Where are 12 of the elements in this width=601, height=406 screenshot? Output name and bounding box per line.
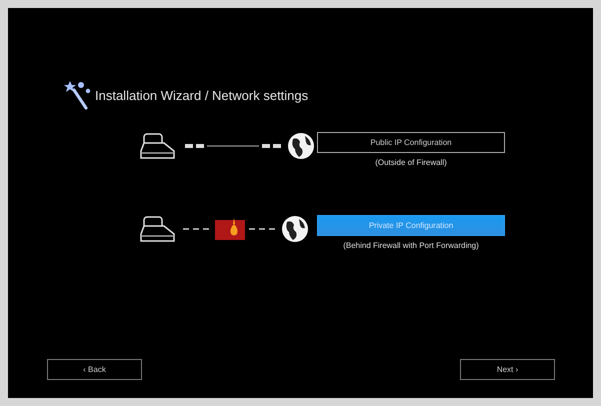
globe-icon: [287, 132, 315, 160]
connection-line: [183, 227, 211, 231]
next-button[interactable]: Next ›: [460, 359, 555, 380]
wizard-title: Installation Wizard / Network settings: [95, 88, 308, 102]
connection-line: [249, 227, 277, 231]
option-caption: (Outside of Firewall): [375, 158, 447, 167]
globe-icon: [281, 215, 309, 243]
magic-wand-icon: [64, 80, 92, 110]
back-button[interactable]: ‹ Back: [47, 359, 142, 380]
option-button[interactable]: Public IP Configuration: [317, 132, 505, 153]
option-caption: (Behind Firewall with Port Forwarding): [343, 241, 479, 250]
firewall-icon: [215, 218, 245, 240]
